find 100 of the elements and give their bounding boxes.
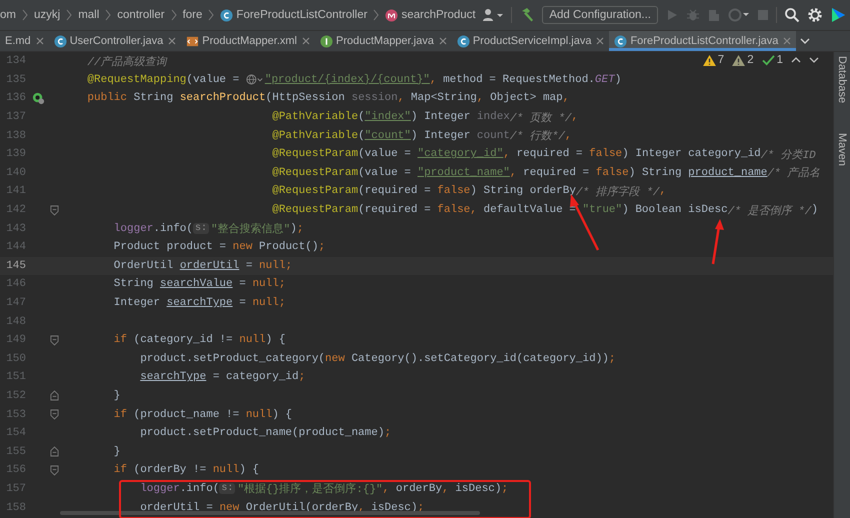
code-text: required = <box>516 148 584 160</box>
code-keyword: ; <box>318 241 326 254</box>
code-keyword: ; <box>296 222 304 235</box>
code-string: "category_id" <box>417 148 504 160</box>
tab-list-icon[interactable] <box>800 38 810 44</box>
editor-tab[interactable]: ProductMapper.xml <box>181 31 315 51</box>
code-keyword: , <box>382 482 390 495</box>
editor-tab[interactable]: ProductMapper.java <box>315 31 452 51</box>
code-keyword: if <box>114 334 127 346</box>
code-text: ) { <box>266 334 286 346</box>
code-text: ( <box>358 111 365 124</box>
code-annotation: @RequestParam <box>272 185 358 198</box>
code-keyword: if <box>114 408 127 421</box>
code-text: (value = <box>186 74 240 86</box>
fold-icon[interactable] <box>50 409 59 420</box>
line-number: 148 <box>5 316 26 328</box>
bean-icon[interactable] <box>32 92 44 105</box>
xml-file-icon <box>186 34 200 48</box>
code-text: ) Integer <box>410 130 472 142</box>
profiler-icon[interactable] <box>728 8 750 22</box>
code-text: (required = <box>358 204 432 216</box>
breadcrumb-item[interactable]: controller <box>117 9 165 21</box>
breadcrumb-item[interactable]: om <box>0 9 16 21</box>
code-text: } <box>114 446 120 458</box>
breadcrumb-item[interactable]: uzykj <box>34 9 60 21</box>
line-number: 155 <box>5 446 26 458</box>
code-variable: orderUtil <box>140 502 200 514</box>
code-keyword: , <box>572 111 578 124</box>
fold-icon[interactable] <box>50 390 59 402</box>
code-text: (value = <box>358 148 412 160</box>
code-text: required = <box>522 166 590 179</box>
code-text: (product_name != <box>132 408 240 421</box>
breadcrumb-item[interactable]: searchProduct <box>385 8 476 22</box>
code-annotation: @RequestParam <box>272 204 358 216</box>
close-icon[interactable] <box>36 37 44 45</box>
breadcrumb-item[interactable]: mall <box>78 9 100 21</box>
app-logo-icon[interactable] <box>830 7 846 23</box>
code-text: Object> map <box>489 92 563 104</box>
inspection-count[interactable]: 7 <box>702 54 724 66</box>
inspection-count[interactable]: 1 <box>762 54 783 66</box>
chevron-icon <box>22 9 28 21</box>
line-number: 152 <box>5 390 26 402</box>
tool-window-tab[interactable]: Database <box>836 56 848 104</box>
editor-tab[interactable]: ProductServiceImpl.java <box>452 31 610 51</box>
code-keyword: , <box>398 92 404 104</box>
code-keyword: , <box>503 148 510 160</box>
editor-tab[interactable]: ForeProductListController.java <box>609 31 796 51</box>
annotation-arrow <box>712 219 724 264</box>
warning-icon <box>732 54 746 66</box>
next-icon[interactable] <box>809 57 819 63</box>
code-text: = <box>244 260 254 272</box>
editor-tab[interactable]: E.md <box>0 31 49 51</box>
code-text: (required = <box>358 185 432 198</box>
code-comment: //产品高级查询 <box>87 54 167 69</box>
code-keyword: false, <box>437 204 477 216</box>
code-text: = category_id <box>212 371 299 384</box>
code-text: (category_id != <box>132 334 234 346</box>
fold-icon[interactable] <box>50 334 59 346</box>
add-configuration-button[interactable]: Add Configuration... <box>542 6 658 24</box>
code-annotation: @PathVariable <box>272 130 358 142</box>
close-icon[interactable] <box>783 37 792 45</box>
check-icon <box>762 54 775 66</box>
chevron-icon <box>208 9 214 21</box>
globe-icon[interactable] <box>246 74 264 86</box>
line-number: 157 <box>5 482 26 495</box>
fold-icon[interactable] <box>50 446 59 458</box>
breadcrumb-item[interactable]: fore <box>182 9 202 21</box>
horizontal-scrollbar[interactable] <box>60 511 480 515</box>
class-icon <box>614 34 628 48</box>
breadcrumb-item[interactable]: ForeProductListController <box>220 8 368 22</box>
code-annotation: @RequestParam <box>272 148 358 160</box>
settings-icon[interactable] <box>807 7 823 23</box>
inspection-count[interactable]: 2 <box>732 54 754 66</box>
code-text: ) <box>614 74 622 86</box>
line-number: 153 <box>5 408 26 421</box>
code-text: Integer <box>114 297 162 310</box>
fold-icon[interactable] <box>50 464 59 476</box>
close-icon[interactable] <box>302 37 310 45</box>
user-icon[interactable] <box>482 8 504 22</box>
interface-icon <box>320 34 333 48</box>
code-text: product.setProduct_category( <box>140 352 326 365</box>
code-keyword: , <box>562 92 570 104</box>
code-text: String <box>132 92 174 104</box>
code-keyword: null; <box>252 278 286 290</box>
editor-tab[interactable]: UserController.java <box>48 31 182 51</box>
close-icon[interactable] <box>438 37 447 45</box>
line-number: 143 <box>5 222 26 235</box>
close-icon[interactable] <box>168 37 176 45</box>
close-icon[interactable] <box>596 37 604 45</box>
code-text: Product product = <box>114 241 228 254</box>
code-keyword: false <box>596 166 629 179</box>
code-variable: searchType <box>140 371 206 384</box>
search-icon[interactable] <box>784 7 800 23</box>
chevron-icon <box>66 9 72 21</box>
tool-window-tab[interactable]: Maven <box>836 133 848 166</box>
code-keyword: , <box>430 74 436 86</box>
previous-icon[interactable] <box>791 57 801 63</box>
fold-icon[interactable] <box>50 204 59 216</box>
code-keyword: , <box>660 185 666 198</box>
line-number: 144 <box>5 241 26 254</box>
